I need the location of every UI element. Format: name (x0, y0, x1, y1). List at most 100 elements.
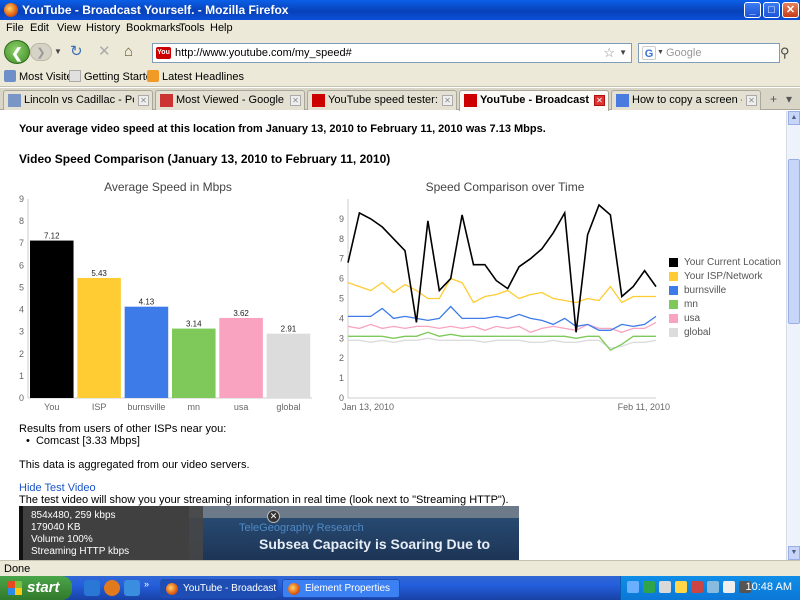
tab-close-icon[interactable]: ✕ (138, 95, 149, 106)
window-title: YouTube - Broadcast Yourself. - Mozilla … (22, 3, 289, 17)
url-bar[interactable]: You http://www.youtube.com/my_speed# ☆ ▼ (152, 43, 632, 63)
url-dropdown-icon[interactable]: ▼ (619, 48, 627, 57)
scroll-up-icon[interactable]: ▲ (788, 111, 800, 125)
new-tab-icon[interactable]: + (770, 92, 777, 106)
youtube-favicon (160, 94, 173, 107)
line-chart-x-tick-label: Feb 11, 2010 (618, 402, 670, 412)
bookmark-most-visited[interactable]: Most Visited (4, 70, 79, 83)
scroll-thumb[interactable] (788, 159, 800, 324)
bookmark-getting-started[interactable]: Getting Started (69, 70, 158, 83)
legend-swatch (669, 258, 678, 267)
legend-label: usa (684, 313, 701, 324)
tab-strip: Lincoln vs Cadillac - Post Ne... ✕ Most … (0, 88, 800, 111)
menu-edit[interactable]: Edit (30, 22, 49, 34)
hide-test-video-link[interactable]: Hide Test Video (19, 482, 96, 494)
legend-label: global (684, 327, 711, 338)
line-chart-y-tick-label: 7 (339, 254, 344, 264)
search-go-icon[interactable]: ⚲ (780, 45, 790, 61)
bookmark-folder-icon (4, 70, 16, 82)
home-icon[interactable]: ⌂ (124, 43, 133, 61)
tab-copy-screen[interactable]: How to copy a screen - Goo... ✕ (611, 90, 761, 110)
stats-size: 179040 KB (31, 522, 81, 533)
stats-volume: Volume 100% (31, 534, 93, 545)
search-engine-dropdown-icon[interactable]: ▼ (657, 49, 664, 56)
menu-file[interactable]: File (6, 22, 24, 34)
legend-swatch (669, 272, 678, 281)
bookmark-star-icon[interactable]: ☆ (603, 45, 615, 61)
tray-icon[interactable] (627, 581, 639, 593)
tab-close-icon[interactable]: ✕ (594, 95, 605, 106)
menu-view[interactable]: View (57, 22, 81, 34)
url-text[interactable]: http://www.youtube.com/my_speed# (175, 47, 352, 59)
back-button[interactable]: ❮ (4, 40, 30, 64)
scroll-down-icon[interactable]: ▼ (788, 546, 800, 560)
test-video-player[interactable]: TeleGeography Research Subsea Capacity i… (19, 506, 519, 560)
network-icon[interactable] (707, 581, 719, 593)
test-video-note: The test video will show you your stream… (19, 494, 509, 506)
video-screen-text: TeleGeography Research (239, 522, 364, 534)
menu-help[interactable]: Help (210, 22, 233, 34)
status-bar: Done (0, 560, 800, 576)
tray-icon[interactable] (691, 581, 703, 593)
task-youtube[interactable]: YouTube - Broadcast ... (160, 579, 278, 598)
tab-label: Most Viewed - Google Fast ... (176, 94, 286, 106)
search-input[interactable]: Google (666, 47, 701, 59)
line-chart-y-tick-label: 1 (339, 373, 344, 383)
firefox-icon (288, 583, 300, 595)
series-line (347, 203, 657, 333)
tray-icon[interactable] (643, 581, 655, 593)
firefox-quicklaunch-icon[interactable] (104, 580, 120, 596)
aggregated-note: This data is aggregated from our video s… (19, 459, 250, 471)
start-button[interactable]: start (0, 576, 72, 600)
stop-icon[interactable]: ✕ (98, 43, 111, 61)
minimize-button[interactable]: _ (744, 2, 761, 18)
menu-bookmarks[interactable]: Bookmarks (126, 22, 181, 34)
tab-speed-tester[interactable]: YouTube speed tester: Net ... ✕ (307, 90, 457, 110)
reload-icon[interactable]: ↻ (70, 43, 83, 61)
search-bar[interactable]: G ▼ Google (638, 43, 780, 63)
status-text: Done (4, 563, 31, 575)
tab-close-icon[interactable]: ✕ (746, 95, 757, 106)
tray-icon[interactable] (659, 581, 671, 593)
maximize-button[interactable]: □ (763, 2, 780, 18)
line-chart-x-tick-label: Jan 13, 2010 (342, 402, 394, 412)
stats-resolution: 854x480, 259 kbps (31, 510, 116, 521)
legend-label: Your ISP/Network (684, 271, 763, 282)
navigation-toolbar: ❮ ❯ ▼ ↻ ✕ ⌂ You http://www.youtube.com/m… (0, 37, 800, 67)
task-element-properties[interactable]: Element Properties (282, 579, 400, 598)
line-chart-y-tick-label: 6 (339, 274, 344, 284)
isp-item-text: Comcast [3.33 Mbps] (35, 435, 140, 447)
video-screen-text: Subsea Capacity is Soaring Due to (259, 536, 491, 552)
ie-quicklaunch-icon[interactable] (84, 580, 100, 596)
vertical-scrollbar[interactable]: ▲ ▼ (786, 111, 800, 560)
volume-icon[interactable] (723, 581, 735, 593)
tab-close-icon[interactable]: ✕ (290, 95, 301, 106)
youtube-favicon: You (156, 47, 171, 59)
tab-most-viewed[interactable]: Most Viewed - Google Fast ... ✕ (155, 90, 305, 110)
menu-history[interactable]: History (86, 22, 120, 34)
bookmarks-toolbar: Most Visited Getting Started Latest Head… (0, 67, 800, 87)
task-label: YouTube - Broadcast ... (183, 583, 278, 594)
forward-button[interactable]: ❯ (30, 43, 52, 61)
tab-list-icon[interactable]: ▾ (786, 92, 792, 106)
line-chart-y-tick-label: 3 (339, 333, 344, 343)
bookmark-latest-headlines[interactable]: Latest Headlines (147, 70, 244, 83)
legend-label: Your Current Location (684, 257, 781, 268)
tab-close-icon[interactable]: ✕ (442, 95, 453, 106)
overlay-close-icon[interactable]: ✕ (267, 510, 280, 523)
clock: 10:48 AM (745, 581, 792, 593)
google-icon[interactable]: G (642, 46, 656, 60)
line-chart-y-tick-label: 4 (339, 313, 344, 323)
system-tray: 10:48 AM (620, 576, 800, 600)
menu-tools[interactable]: Tools (179, 22, 205, 34)
windows-logo-icon (8, 581, 22, 595)
quicklaunch-more-icon[interactable]: » (144, 579, 149, 589)
page-icon (69, 70, 81, 82)
tab-youtube-active[interactable]: YouTube - Broadcast Y... ✕ (459, 90, 609, 111)
tray-icon[interactable] (675, 581, 687, 593)
history-dropdown-icon[interactable]: ▼ (54, 47, 62, 56)
legend-swatch (669, 300, 678, 309)
close-button[interactable]: ✕ (782, 2, 799, 18)
desktop-quicklaunch-icon[interactable] (124, 580, 140, 596)
tab-lincoln[interactable]: Lincoln vs Cadillac - Post Ne... ✕ (3, 90, 153, 110)
